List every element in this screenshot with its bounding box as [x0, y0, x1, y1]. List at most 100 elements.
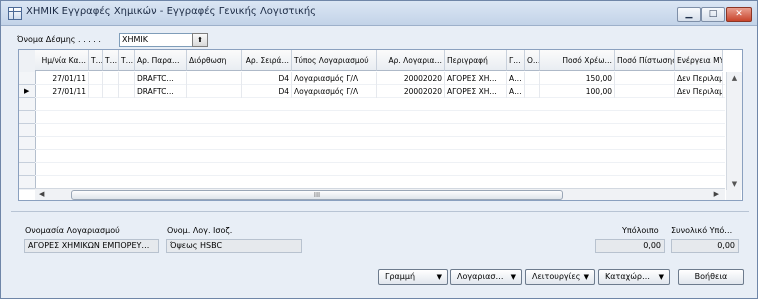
horizontal-scrollbar[interactable]: ◀ III ▶ [35, 188, 725, 200]
minimize-icon: ▁ [685, 9, 693, 19]
column-header[interactable]: Αρ. Σειρά… [242, 50, 292, 71]
batch-lookup-button[interactable]: ⬆ [192, 33, 208, 47]
grid-cell[interactable]: 20002020 [377, 85, 445, 98]
journal-lines-grid[interactable]: Ημ/νία Κα… Τ… Τ… Τ… Αρ. Παρα… Διόρθωση Αρ. Σει… [18, 49, 743, 201]
grid-cell[interactable]: D4 [242, 72, 292, 85]
grid-cell[interactable]: 150,00 [540, 72, 615, 85]
window-title: ΧΗΜΙΚ Εγγραφές Χημικών - Εγγραφές Γενική… [26, 6, 317, 17]
grid-cell[interactable] [89, 85, 103, 98]
grid-cell[interactable]: Α… [507, 85, 525, 98]
grid-cell[interactable] [119, 72, 135, 85]
account-button[interactable]: Λογαριασ… ▼ [450, 269, 522, 285]
row-selector[interactable] [19, 72, 35, 85]
row-divider [35, 123, 725, 124]
balance-label: Υπόλοιπο [622, 226, 659, 235]
scroll-right-icon[interactable]: ▶ [714, 189, 719, 200]
row-divider [35, 162, 725, 163]
grid-cell[interactable]: Δεν Περιλαμ… [675, 72, 723, 85]
balancing-account-field: Όψεως HSBC [166, 239, 302, 253]
app-grid-icon [8, 7, 22, 20]
line-button-label: Γραμμή [385, 272, 416, 281]
grid-cell[interactable] [103, 85, 119, 98]
grid-cell[interactable]: D4 [242, 85, 292, 98]
row-selector[interactable] [19, 124, 35, 137]
row-selector[interactable] [19, 111, 35, 124]
row-divider [35, 110, 725, 111]
grid-cell[interactable]: Α… [507, 72, 525, 85]
column-header[interactable]: Ποσό Πίστωσης [615, 50, 675, 71]
grid-cell[interactable]: ΑΓΟΡΕΣ ΧΗ… [445, 72, 507, 85]
maximize-button[interactable]: □ [701, 7, 725, 22]
column-header[interactable]: Ενέργεια ΜΥΦ [675, 50, 723, 71]
grid-cell[interactable]: Λογαριασμός Γ/Λ [292, 85, 377, 98]
row-divider [35, 175, 725, 176]
scroll-up-icon[interactable]: ▲ [727, 74, 742, 82]
account-name-field: ΑΓΟΡΕΣ ΧΗΜΙΚΩΝ ΕΜΠΟΡΕΥ… [24, 239, 159, 253]
chevron-down-icon: ▼ [658, 273, 664, 281]
column-header[interactable]: Τ… [103, 50, 119, 71]
grid-cell[interactable] [525, 85, 540, 98]
column-header[interactable]: Αρ. Λογαρια… [377, 50, 445, 71]
grid-cell[interactable]: Λογαριασμός Γ/Λ [292, 72, 377, 85]
functions-button-label: Λειτουργίες [532, 272, 581, 281]
scroll-left-icon[interactable]: ◀ [39, 189, 44, 200]
column-header[interactable]: Περιγραφή [445, 50, 507, 71]
grid-cell[interactable]: DRAFTC… [135, 85, 187, 98]
grid-cell[interactable]: Δεν Περιλαμ… [675, 85, 723, 98]
grid-cell[interactable]: 27/01/11 [35, 72, 89, 85]
row-selector[interactable] [19, 163, 35, 176]
column-header[interactable]: Τ… [89, 50, 103, 71]
grid-cell[interactable] [525, 72, 540, 85]
scroll-down-icon[interactable]: ▼ [727, 180, 742, 188]
column-header[interactable]: Τ… [119, 50, 135, 71]
vertical-scrollbar[interactable]: ▲ ▼ [726, 72, 742, 190]
post-button-label: Καταχώρ… [605, 272, 651, 281]
lookup-arrow-icon: ⬆ [197, 36, 203, 44]
current-row-indicator-icon: ▶ [24, 87, 30, 95]
grid-cell[interactable] [615, 85, 675, 98]
grid-cell[interactable] [615, 72, 675, 85]
footer-separator [11, 211, 749, 212]
help-button[interactable]: Βοήθεια [678, 269, 744, 285]
grid-cell[interactable]: 27/01/11 [35, 85, 89, 98]
column-header[interactable]: Γ… [507, 50, 525, 71]
minimize-button[interactable]: ▁ [677, 7, 701, 22]
close-button[interactable]: ✕ [726, 7, 752, 22]
account-button-label: Λογαριασ… [457, 272, 504, 281]
column-header[interactable]: Ο… [525, 50, 540, 71]
column-header[interactable]: Αρ. Παρα… [135, 50, 187, 71]
maximize-icon: □ [708, 9, 718, 19]
column-header[interactable]: Διόρθωση [187, 50, 242, 71]
batch-name-input[interactable]: ΧΗΜΙΚ [119, 33, 195, 47]
grid-cell[interactable] [187, 85, 242, 98]
row-selector[interactable] [19, 98, 35, 111]
grid-cell[interactable] [89, 72, 103, 85]
line-button[interactable]: Γραμμή ▼ [378, 269, 448, 285]
functions-button[interactable]: Λειτουργίες ▼ [525, 269, 595, 285]
grid-cell[interactable]: 20002020 [377, 72, 445, 85]
title-bar[interactable]: ΧΗΜΙΚ Εγγραφές Χημικών - Εγγραφές Γενική… [1, 1, 757, 26]
row-divider [35, 149, 725, 150]
chevron-down-icon: ▼ [583, 273, 589, 281]
grid-cell[interactable]: DRAFTC… [135, 72, 187, 85]
grid-cell[interactable]: ΑΓΟΡΕΣ ΧΗ… [445, 85, 507, 98]
grid-cell[interactable]: 100,00 [540, 85, 615, 98]
column-header[interactable]: Ποσό Χρέω… [540, 50, 615, 71]
post-button[interactable]: Καταχώρ… ▼ [598, 269, 670, 285]
grid-cell[interactable] [103, 72, 119, 85]
grid-cell[interactable] [187, 72, 242, 85]
row-selector[interactable] [19, 137, 35, 150]
row-selector[interactable] [19, 150, 35, 163]
chevron-down-icon: ▼ [436, 273, 442, 281]
help-button-label: Βοήθεια [694, 272, 728, 281]
journal-window: ΧΗΜΙΚ Εγγραφές Χημικών - Εγγραφές Γενική… [0, 0, 758, 299]
column-header[interactable]: Ημ/νία Κα… [35, 50, 89, 71]
column-header[interactable]: Τύπος Λογαριασμού [292, 50, 377, 71]
total-balance-label: Συνολικό Υπό… [671, 226, 733, 235]
grid-cell[interactable] [119, 85, 135, 98]
scroll-corner [726, 190, 741, 200]
row-selector[interactable] [19, 176, 35, 189]
close-icon: ✕ [735, 9, 743, 19]
row-divider [35, 136, 725, 137]
scroll-thumb[interactable]: III [71, 190, 563, 200]
